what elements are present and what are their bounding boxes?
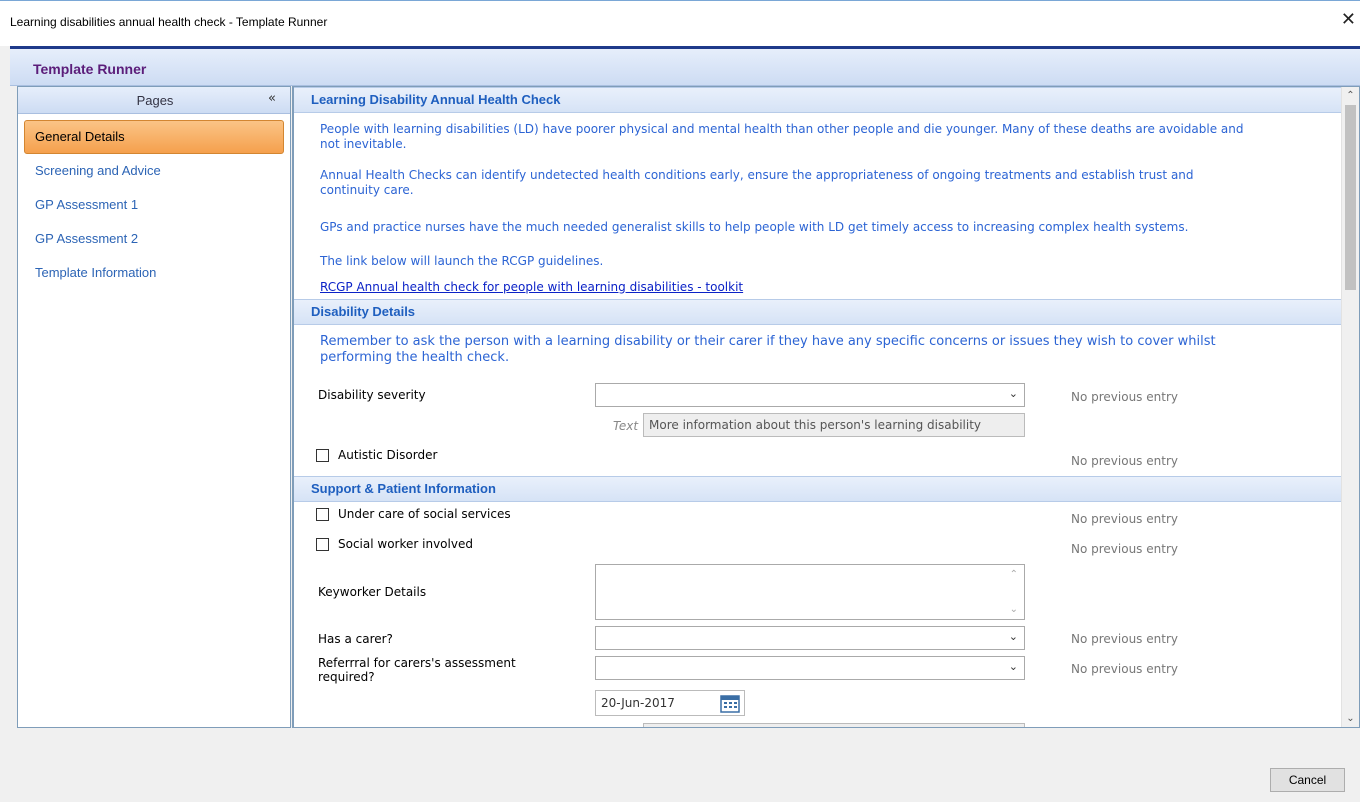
sidebar-item-screening-and-advice[interactable]: Screening and Advice: [24, 154, 284, 188]
pages-list: General Details Screening and Advice GP …: [18, 114, 290, 296]
annual-intro-paragraph: People with learning disabilities (LD) h…: [320, 122, 1330, 152]
content-scrollbar[interactable]: ⌃ ⌄: [1341, 87, 1359, 727]
disability-note: Remember to ask the person with a learni…: [320, 334, 1330, 366]
scroll-down-icon[interactable]: ⌄: [1342, 710, 1359, 727]
annual-checks-paragraph: Annual Health Checks can identify undete…: [320, 168, 1330, 198]
scroll-down-icon[interactable]: ⌄: [1010, 604, 1018, 615]
window-titlebar: Learning disabilities annual health chec…: [0, 0, 1360, 46]
disability-info-text-field[interactable]: More information about this person's lea…: [643, 413, 1025, 437]
social-services-label: Under care of social services: [338, 507, 511, 521]
sidebar-item-gp-assessment-2[interactable]: GP Assessment 2: [24, 222, 284, 256]
disability-severity-select[interactable]: ⌄: [595, 383, 1025, 407]
section-disability-details-title: Disability Details: [294, 299, 1342, 325]
referral-assessment-previous: No previous entry: [1071, 662, 1178, 676]
referral-label-line-2: required?: [318, 670, 375, 684]
autistic-disorder-previous: No previous entry: [1071, 454, 1178, 468]
disability-severity-previous: No previous entry: [1071, 390, 1178, 404]
chevron-down-icon: ⌄: [1008, 630, 1018, 643]
social-worker-previous: No previous entry: [1071, 542, 1178, 556]
section-support-patient-info-title: Support & Patient Information: [294, 476, 1342, 502]
autistic-disorder-checkbox[interactable]: [316, 449, 329, 462]
sidebar-item-gp-assessment-1[interactable]: GP Assessment 1: [24, 188, 284, 222]
text-tag-label: Text: [613, 419, 639, 433]
pages-header-label: Pages: [136, 93, 174, 108]
autistic-disorder-label: Autistic Disorder: [338, 448, 438, 462]
social-worker-label: Social worker involved: [338, 537, 473, 551]
close-icon[interactable]: ✕: [1341, 11, 1356, 29]
runner-header: Template Runner: [10, 49, 1360, 86]
scrollbar-thumb[interactable]: [1345, 105, 1356, 290]
pages-sidebar: Pages « General Details Screening and Ad…: [17, 86, 291, 728]
annual-intro-line-2: not inevitable.: [320, 137, 407, 151]
dialog-footer: [0, 728, 1360, 802]
rcgp-toolkit-link[interactable]: RCGP Annual health check for people with…: [320, 280, 743, 294]
annual-checks-line-1: Annual Health Checks can identify undete…: [320, 168, 1194, 182]
annual-intro-line-1: People with learning disabilities (LD) h…: [320, 122, 1244, 136]
window-title: Learning disabilities annual health chec…: [10, 15, 328, 29]
section-annual-health-check-title: Learning Disability Annual Health Check: [294, 87, 1342, 113]
annual-checks-line-2: continuity care.: [320, 183, 414, 197]
chevron-down-icon: ⌄: [1008, 387, 1018, 400]
rcgp-intro-text: The link below will launch the RCGP guid…: [320, 254, 604, 268]
has-carer-select[interactable]: ⌄: [595, 626, 1025, 650]
referral-assessment-label: Referrral for carers's assessment requir…: [318, 656, 516, 684]
template-content-panel: Learning Disability Annual Health Check …: [292, 86, 1360, 728]
keyworker-details-label: Keyworker Details: [318, 585, 427, 599]
has-carer-previous: No previous entry: [1071, 632, 1178, 646]
referral-assessment-select[interactable]: ⌄: [595, 656, 1025, 680]
template-content: Learning Disability Annual Health Check …: [294, 87, 1342, 727]
calendar-icon[interactable]: [719, 693, 741, 715]
disability-severity-label: Disability severity: [318, 388, 426, 402]
has-carer-label: Has a carer?: [318, 632, 393, 646]
scroll-up-icon[interactable]: ⌃: [1010, 569, 1018, 580]
scroll-up-icon[interactable]: ⌃: [1342, 87, 1359, 104]
sidebar-item-general-details[interactable]: General Details: [24, 120, 284, 154]
pages-header: Pages «: [18, 87, 290, 114]
social-services-previous: No previous entry: [1071, 512, 1178, 526]
disability-note-line-1: Remember to ask the person with a learni…: [320, 334, 1216, 349]
collapse-icon[interactable]: «: [268, 91, 276, 106]
runner-title: Template Runner: [33, 61, 147, 77]
referral-label-line-1: Referrral for carers's assessment: [318, 656, 516, 670]
chevron-down-icon: ⌄: [1008, 660, 1018, 673]
cancel-button[interactable]: Cancel: [1270, 768, 1345, 792]
social-services-checkbox[interactable]: [316, 508, 329, 521]
social-worker-checkbox[interactable]: [316, 538, 329, 551]
keyworker-details-textarea[interactable]: ⌃ ⌄: [595, 564, 1025, 620]
gps-nurses-paragraph: GPs and practice nurses have the much ne…: [320, 220, 1189, 234]
sidebar-item-template-information[interactable]: Template Information: [24, 256, 284, 290]
disability-note-line-2: performing the health check.: [320, 350, 510, 365]
